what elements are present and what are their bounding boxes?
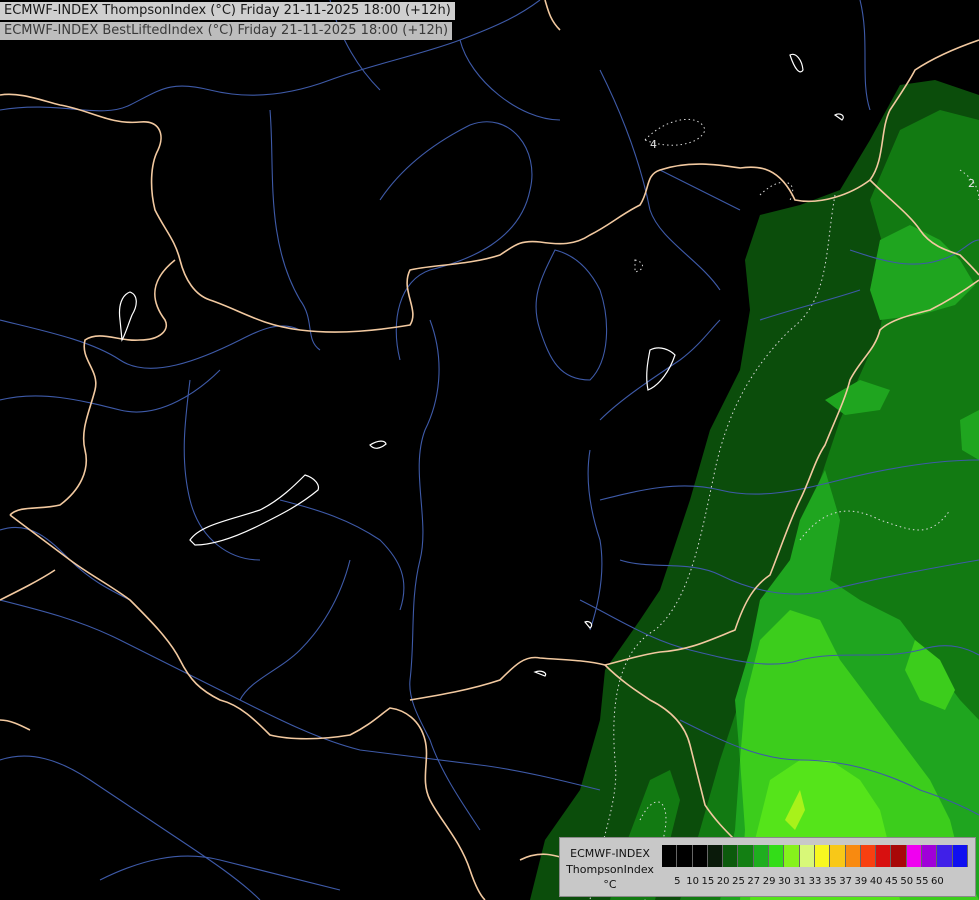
legend-tick-label: 5 [674,876,681,887]
legend-model: ECMWF-INDEX [570,847,650,860]
legend-swatch [784,845,800,867]
legend-swatch [769,845,785,867]
legend-tick-label: 10 [686,876,699,887]
legend-swatch [662,845,678,867]
legend-tick-label: 39 [854,876,868,887]
legend-swatch [723,845,739,867]
legend-swatch [937,845,953,867]
legend-tick-label: 20 [716,876,730,887]
legend-swatch [799,845,815,867]
legend-swatch [845,845,861,867]
legend-swatch [707,845,724,867]
legend-tick-label: 25 [732,876,745,887]
legend-unit: °C [603,878,617,891]
legend-tick-label: 60 [931,876,944,887]
legend-swatch [922,845,938,867]
legend-swatch [830,845,846,867]
legend-tick-label: 35 [823,876,837,887]
legend-tick-label: 37 [839,876,852,887]
map-title-secondary: ECMWF-INDEX BestLiftedIndex (°C) Friday … [0,22,453,40]
map-title-primary: ECMWF-INDEX ThompsonIndex (°C) Friday 21… [0,2,455,20]
legend-tick-label: 30 [778,876,791,887]
legend-tick-label: 29 [762,876,776,887]
legend-swatch [876,845,892,867]
color-legend: ECMWF-INDEX ThompsonIndex °C 5 10 15 20 25 27… [559,837,976,897]
legend-swatch [692,845,708,867]
legend-swatch [891,845,907,867]
legend-swatch [906,845,923,867]
legend-parameter: ThompsonIndex [566,863,654,876]
weather-map: 4 2 [0,0,979,900]
legend-swatch [738,845,754,867]
legend-ticks: 5 10 15 20 25 27 29 30 31 33 35 37 39 40 45 50 55 60 [662,876,972,890]
contour-label-4: 4 [650,138,657,151]
legend-swatch [952,845,968,867]
legend-tick-label: 45 [885,876,898,887]
legend-tick-label: 40 [869,876,883,887]
legend-tick-label: 15 [701,876,715,887]
legend-tick-label: 33 [808,876,822,887]
legend-swatch [753,845,770,867]
legend-tick-label: 55 [915,876,929,887]
legend-swatch [677,845,693,867]
contour-label-2: 2 [968,177,975,190]
legend-swatches [662,845,968,867]
legend-tick-label: 50 [900,876,914,887]
legend-tick-label: 27 [747,876,761,887]
legend-swatch [860,845,877,867]
legend-tick-label: 31 [793,876,807,887]
legend-swatch [814,845,831,867]
